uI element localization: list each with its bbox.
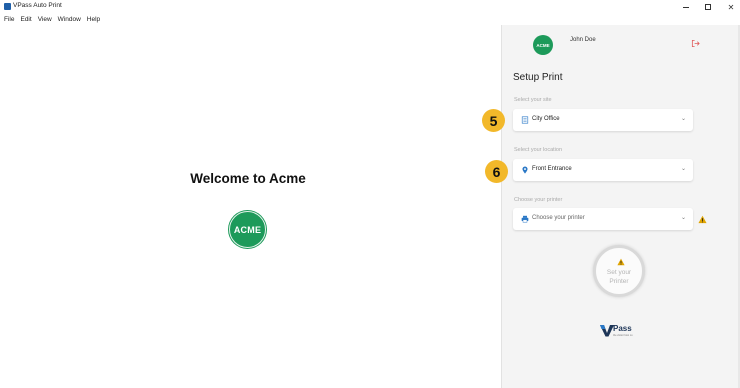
set-printer-label: Set your Printer (596, 268, 642, 286)
menu-window[interactable]: Window (55, 14, 84, 25)
maximize-button[interactable] (697, 0, 719, 14)
logout-icon[interactable] (691, 39, 700, 48)
menu-file[interactable]: File (0, 14, 17, 25)
acme-logo-text: ACME (233, 224, 262, 235)
chevron-down-icon: ⌄ (680, 215, 686, 221)
minimize-button[interactable] (675, 0, 697, 14)
map-pin-icon (522, 166, 528, 174)
window-title: VPass Auto Print (13, 2, 62, 9)
acme-logo: ACME (229, 211, 266, 248)
chevron-down-icon: ⌄ (680, 166, 686, 172)
avatar: ACME (533, 35, 553, 55)
printer-placeholder: Choose your printer (532, 215, 585, 221)
location-select[interactable]: Front Entrance ⌄ (513, 159, 693, 181)
user-name: John Doe (570, 37, 596, 43)
printer-label: Choose your printer (514, 197, 563, 203)
set-printer-line2: Printer (609, 278, 629, 285)
user-card: ACME John Doe (510, 25, 700, 65)
warning-icon (698, 215, 707, 224)
printer-select[interactable]: Choose your printer ⌄ (513, 208, 693, 230)
menu-view[interactable]: View (35, 14, 55, 25)
step-badge-6: 6 (485, 160, 508, 183)
site-label: Select your site (514, 97, 552, 103)
vpass-v-icon (600, 325, 614, 337)
maximize-icon (705, 4, 711, 10)
close-icon: ✕ (727, 2, 735, 12)
setup-title: Setup Print (513, 72, 563, 83)
site-value: City Office (532, 116, 560, 122)
avatar-text: ACME (536, 42, 550, 48)
close-button[interactable]: ✕ (720, 0, 740, 14)
vpass-wordmark: Pass (613, 324, 632, 333)
main-content: Welcome to Acme ACME (0, 25, 501, 388)
building-icon (521, 116, 529, 124)
vpass-tagline: the visitor host co (613, 334, 633, 337)
title-bar: VPass Auto Print ✕ (0, 0, 740, 14)
setup-panel: ACME John Doe Setup Print Select your si… (482, 25, 738, 388)
step-badge-6-text: 6 (492, 163, 501, 180)
location-label: Select your location (514, 147, 562, 153)
warning-icon (617, 258, 625, 266)
welcome-heading: Welcome to Acme (190, 171, 306, 186)
set-printer-line1: Set your (606, 269, 632, 276)
site-select[interactable]: City Office ⌄ (513, 109, 693, 131)
minimize-icon (683, 6, 689, 8)
chevron-down-icon: ⌄ (680, 116, 686, 122)
step-badge-5-text: 5 (489, 112, 498, 129)
menu-edit[interactable]: Edit (17, 14, 34, 25)
set-printer-button[interactable]: Set your Printer (593, 245, 645, 297)
app-icon (4, 3, 11, 10)
vpass-logo: Pass the visitor host co (600, 324, 640, 342)
menu-help[interactable]: Help (84, 14, 103, 25)
printer-icon (521, 215, 529, 223)
menu-bar: File Edit View Window Help (0, 14, 103, 25)
location-value: Front Entrance (532, 166, 572, 172)
step-badge-5: 5 (482, 109, 505, 132)
